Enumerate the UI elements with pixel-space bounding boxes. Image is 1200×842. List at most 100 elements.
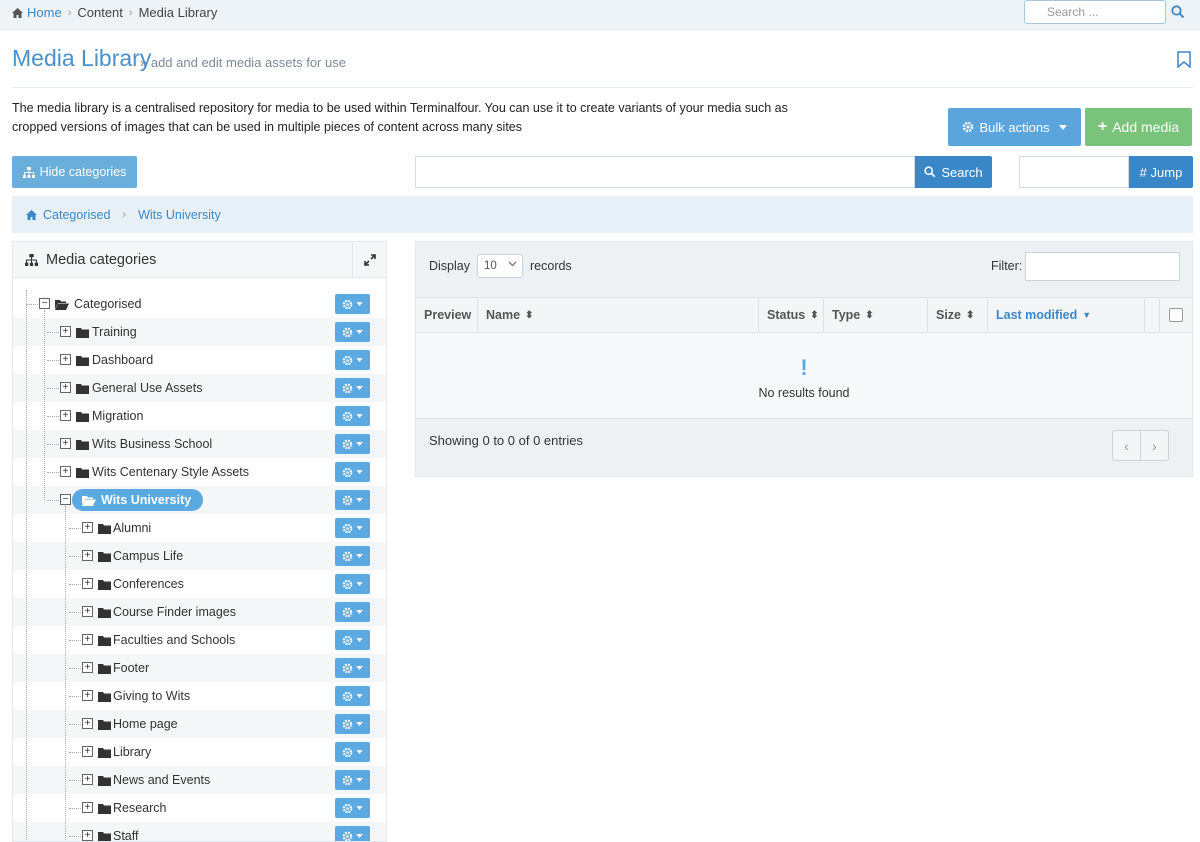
tree-item-label[interactable]: Training xyxy=(92,325,137,339)
tree-item-selected[interactable]: − Wits University xyxy=(13,486,386,514)
breadcrumb-item-content[interactable]: Content xyxy=(77,5,123,20)
tree-item-label[interactable]: Categorised xyxy=(74,297,141,311)
expand-icon[interactable]: + xyxy=(60,326,71,337)
expand-icon[interactable]: + xyxy=(82,690,93,701)
expand-icon[interactable]: + xyxy=(82,830,93,841)
tree-item-label[interactable]: Campus Life xyxy=(113,549,183,563)
expand-icon[interactable]: + xyxy=(82,662,93,673)
collapse-icon[interactable]: − xyxy=(60,494,71,505)
category-actions-button[interactable] xyxy=(335,686,370,706)
tree-item[interactable]: + Research xyxy=(13,794,386,822)
expand-icon[interactable]: + xyxy=(82,718,93,729)
tree-item[interactable]: + Home page xyxy=(13,710,386,738)
expand-icon[interactable]: + xyxy=(82,774,93,785)
category-actions-button[interactable] xyxy=(335,322,370,342)
tree-item[interactable]: + Conferences xyxy=(13,570,386,598)
hide-categories-button[interactable]: Hide categories xyxy=(12,156,137,188)
tree-item[interactable]: + Training xyxy=(13,318,386,346)
category-actions-button[interactable] xyxy=(335,406,370,426)
bookmark-icon[interactable] xyxy=(1177,51,1191,68)
records-per-page-select[interactable]: 10 xyxy=(477,254,523,278)
tree-item-label[interactable]: Home page xyxy=(113,717,178,731)
category-actions-button[interactable] xyxy=(335,490,370,510)
jump-input[interactable] xyxy=(1019,156,1129,188)
expand-icon[interactable]: + xyxy=(60,410,71,421)
tree-item[interactable]: + Staff xyxy=(13,822,386,841)
expand-icon[interactable]: + xyxy=(82,578,93,589)
column-last-modified[interactable]: Last modified ▼ xyxy=(988,298,1145,332)
expand-icon[interactable]: + xyxy=(60,438,71,449)
tree-item-label[interactable]: Course Finder images xyxy=(113,605,236,619)
tree-item[interactable]: + Footer xyxy=(13,654,386,682)
tree-item[interactable]: + Library xyxy=(13,738,386,766)
collapse-icon[interactable]: − xyxy=(39,298,50,309)
category-actions-button[interactable] xyxy=(335,770,370,790)
tree-item-label[interactable]: Wits Business School xyxy=(92,437,212,451)
tree-item[interactable]: + News and Events xyxy=(13,766,386,794)
expand-icon[interactable]: + xyxy=(82,606,93,617)
tree-item[interactable]: + Campus Life xyxy=(13,542,386,570)
tree-item-label[interactable]: Giving to Wits xyxy=(113,689,190,703)
column-status[interactable]: Status ⬍ xyxy=(759,298,824,332)
column-select-all[interactable] xyxy=(1160,298,1192,332)
tree-item-label[interactable]: Alumni xyxy=(113,521,151,535)
category-actions-button[interactable] xyxy=(335,294,370,314)
tree-item-label[interactable]: Faculties and Schools xyxy=(113,633,235,647)
category-path-root[interactable]: Categorised xyxy=(43,208,110,222)
tree-item-label[interactable]: Wits Centenary Style Assets xyxy=(92,465,249,479)
bulk-actions-button[interactable]: Bulk actions xyxy=(948,108,1081,146)
tree-item-label[interactable]: Conferences xyxy=(113,577,184,591)
category-actions-button[interactable] xyxy=(335,658,370,678)
tree-item[interactable]: + Wits Business School xyxy=(13,430,386,458)
expand-panel-button[interactable] xyxy=(352,242,386,278)
tree-item[interactable]: + Faculties and Schools xyxy=(13,626,386,654)
expand-icon[interactable]: + xyxy=(82,746,93,757)
media-search-input[interactable] xyxy=(415,156,915,188)
expand-icon[interactable]: + xyxy=(60,466,71,477)
expand-icon[interactable]: + xyxy=(82,522,93,533)
tree-item[interactable]: − Categorised xyxy=(13,290,386,318)
search-button[interactable]: Search xyxy=(915,156,992,188)
top-search-input[interactable]: Search ... xyxy=(1024,0,1166,24)
pager-next-button[interactable]: › xyxy=(1141,431,1168,460)
filter-input[interactable] xyxy=(1025,252,1180,281)
category-actions-button[interactable] xyxy=(335,826,370,841)
tree-item-label[interactable]: News and Events xyxy=(113,773,210,787)
column-type[interactable]: Type ⬍ xyxy=(824,298,928,332)
jump-button[interactable]: # Jump xyxy=(1129,156,1193,188)
category-actions-button[interactable] xyxy=(335,518,370,538)
add-media-button[interactable]: + Add media xyxy=(1085,108,1192,146)
tree-selected-label[interactable]: Wits University xyxy=(72,489,204,511)
tree-item[interactable]: + General Use Assets xyxy=(13,374,386,402)
expand-icon[interactable]: + xyxy=(60,354,71,365)
category-actions-button[interactable] xyxy=(335,546,370,566)
expand-icon[interactable]: + xyxy=(82,802,93,813)
tree-item-label[interactable]: General Use Assets xyxy=(92,381,202,395)
column-name[interactable]: Name ⬍ xyxy=(478,298,759,332)
tree-item-label[interactable]: Research xyxy=(113,801,167,815)
category-actions-button[interactable] xyxy=(335,742,370,762)
tree-item-label[interactable]: Migration xyxy=(92,409,143,423)
category-actions-button[interactable] xyxy=(335,378,370,398)
category-actions-button[interactable] xyxy=(335,798,370,818)
category-actions-button[interactable] xyxy=(335,350,370,370)
tree-item[interactable]: + Wits Centenary Style Assets xyxy=(13,458,386,486)
breadcrumb-home[interactable]: Home xyxy=(12,5,62,20)
expand-icon[interactable]: + xyxy=(82,634,93,645)
tree-item-label[interactable]: Staff xyxy=(113,829,138,841)
tree-item[interactable]: + Course Finder images xyxy=(13,598,386,626)
pager-prev-button[interactable]: ‹ xyxy=(1113,431,1141,460)
expand-icon[interactable]: + xyxy=(60,382,71,393)
tree-item[interactable]: + Giving to Wits xyxy=(13,682,386,710)
expand-icon[interactable]: + xyxy=(82,550,93,561)
column-size[interactable]: Size ⬍ xyxy=(928,298,988,332)
tree-item-label[interactable]: Footer xyxy=(113,661,149,675)
tree-item-label[interactable]: Dashboard xyxy=(92,353,153,367)
select-all-checkbox[interactable] xyxy=(1169,308,1183,322)
category-actions-button[interactable] xyxy=(335,574,370,594)
tree-item[interactable]: + Alumni xyxy=(13,514,386,542)
category-path-current[interactable]: Wits University xyxy=(138,208,221,222)
category-actions-button[interactable] xyxy=(335,630,370,650)
tree-item-label[interactable]: Library xyxy=(113,745,151,759)
category-actions-button[interactable] xyxy=(335,462,370,482)
